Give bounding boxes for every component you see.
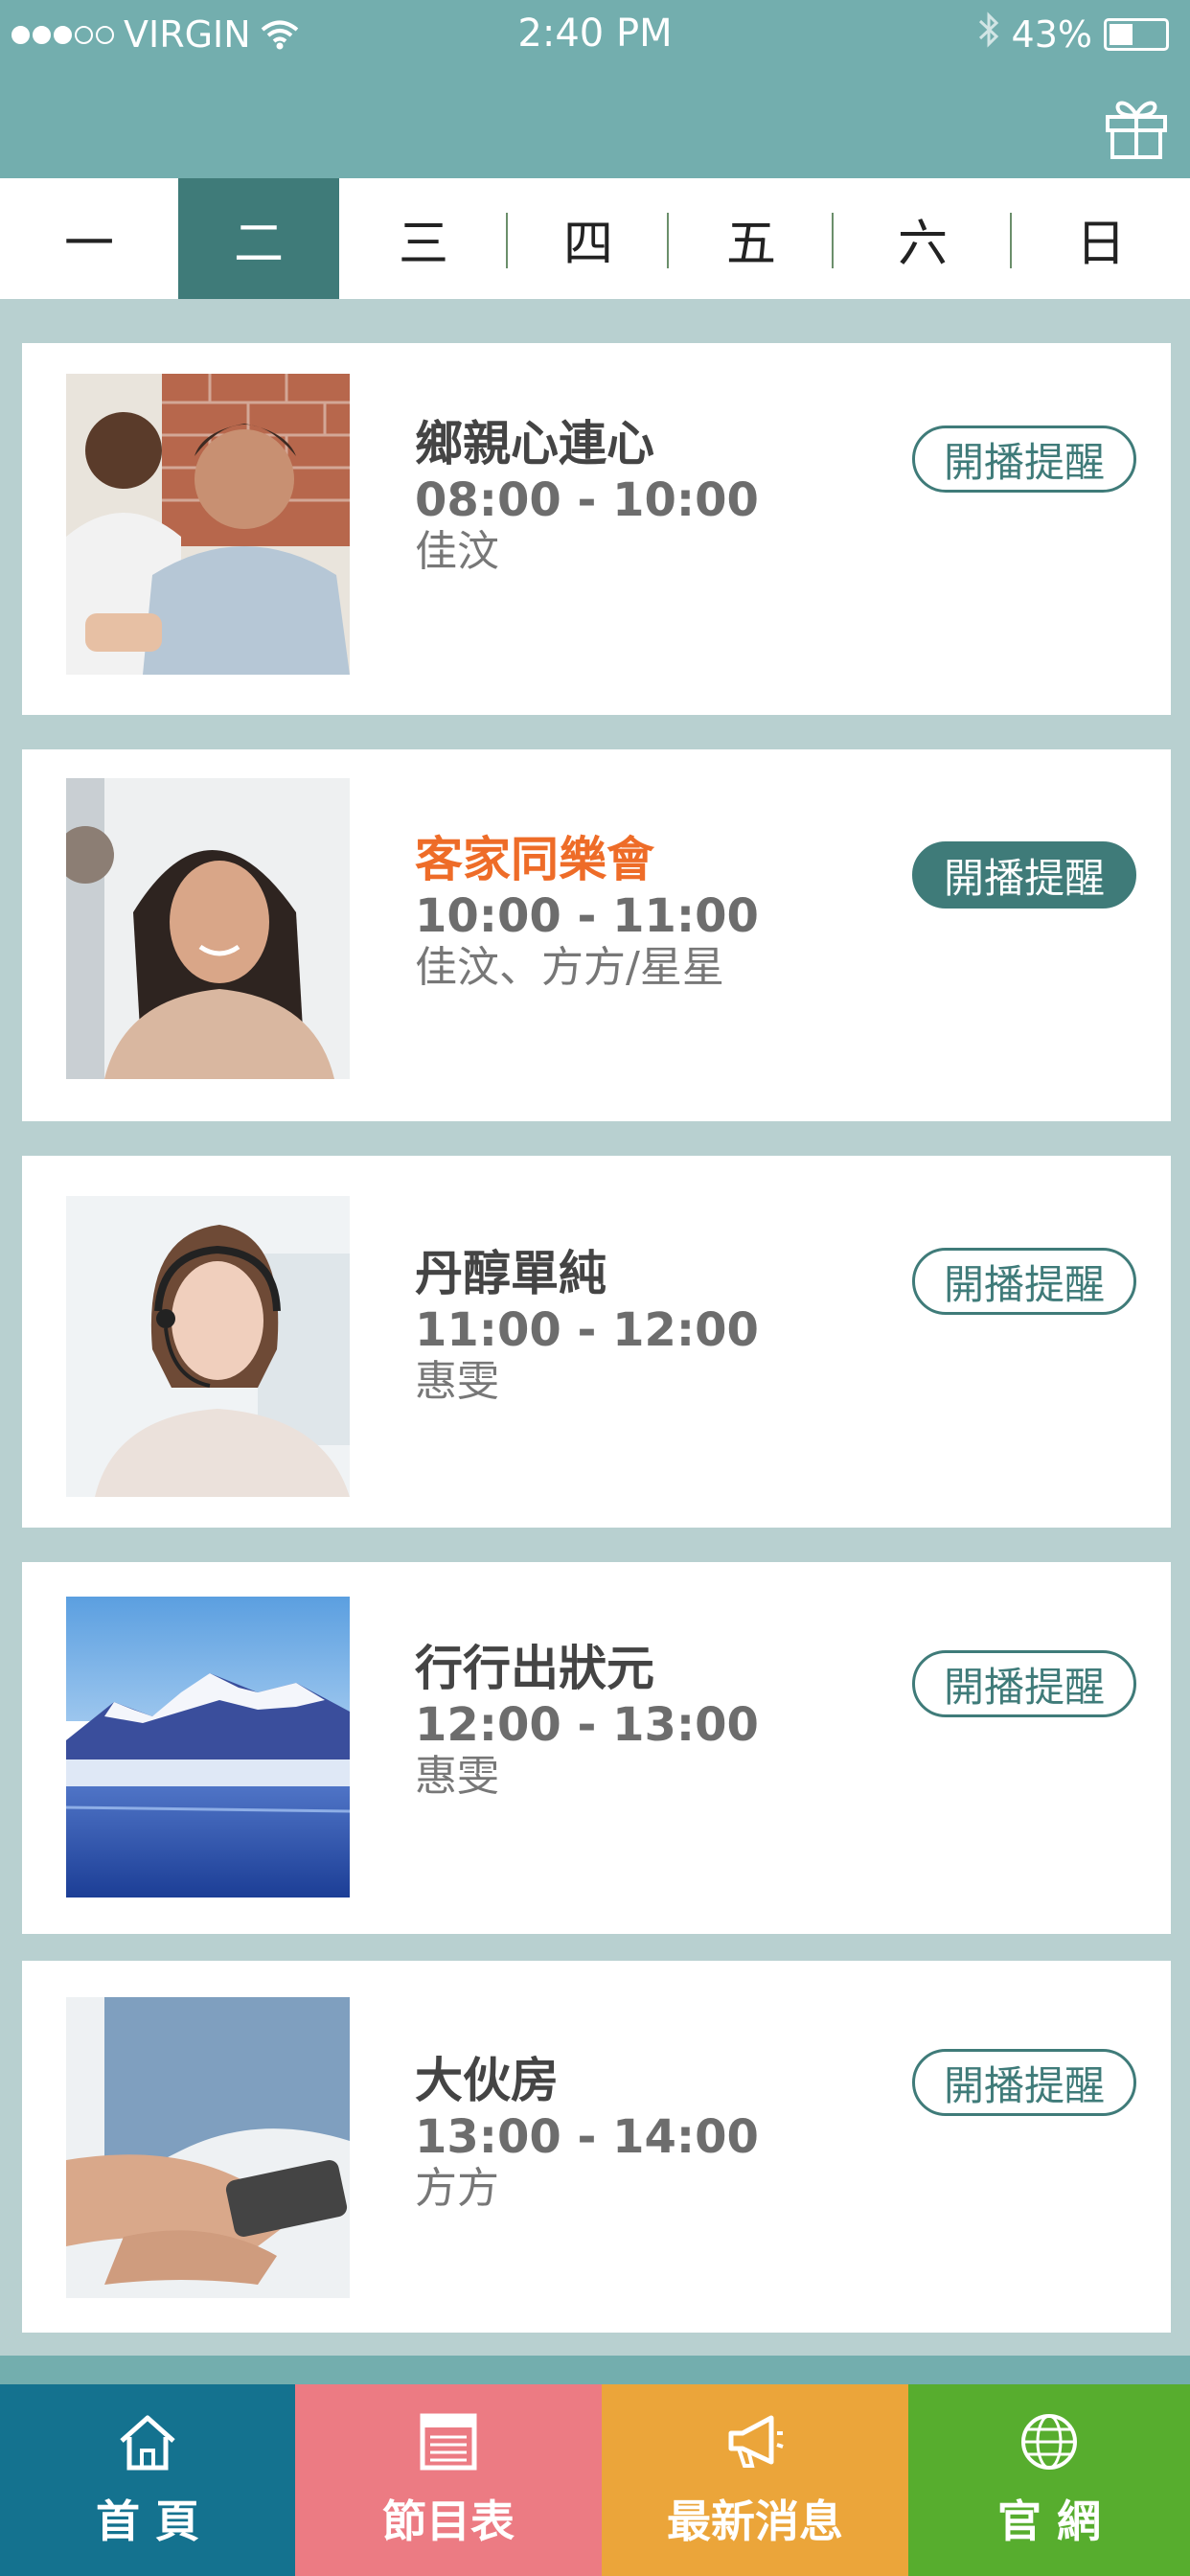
program-time: 08:00 - 10:00 [415, 473, 759, 527]
battery-indicator: 43% [977, 12, 1169, 57]
nav-label: 官 網 [996, 2496, 1101, 2547]
program-info: 鄉親心連心 08:00 - 10:00 佳汶 [415, 418, 759, 577]
battery-icon [1104, 17, 1169, 51]
program-title: 鄉親心連心 [415, 416, 654, 472]
remind-button[interactable]: 開播提醒 [912, 426, 1136, 493]
program-time: 10:00 - 11:00 [415, 889, 759, 943]
nav-label: 首 頁 [95, 2496, 199, 2547]
status-bar: VIRGIN 2:40 PM 43% [0, 0, 1190, 77]
globe-icon [1021, 2414, 1077, 2470]
program-host: 惠雯 [415, 1357, 499, 1407]
nav-divider-strip [0, 2356, 1190, 2384]
program-card[interactable]: 大伙房 13:00 - 14:00 方方 開播提醒 [22, 1961, 1171, 2333]
program-card[interactable]: 行行出狀元 12:00 - 13:00 惠雯 開播提醒 [22, 1562, 1171, 1934]
program-title: 大伙房 [415, 2053, 559, 2108]
program-title: 丹醇單純 [415, 1246, 606, 1301]
program-thumbnail [66, 778, 350, 1079]
program-thumbnail [66, 1597, 350, 1898]
remind-button[interactable]: 開播提醒 [912, 1650, 1136, 1717]
tab-day-7[interactable]: 日 [1012, 178, 1190, 299]
program-info: 大伙房 13:00 - 14:00 方方 [415, 2055, 759, 2214]
program-info: 客家同樂會 10:00 - 11:00 佳汶、方方/星星 [415, 834, 759, 993]
tab-day-2[interactable]: 二 [178, 178, 339, 299]
nav-label: 最新消息 [667, 2496, 843, 2547]
program-list: 鄉親心連心 08:00 - 10:00 佳汶 開播提醒 客家同樂會 10:00 … [0, 299, 1190, 2356]
program-title: 行行出狀元 [415, 1641, 654, 1696]
program-time: 12:00 - 13:00 [415, 1698, 759, 1752]
program-thumbnail [66, 1196, 350, 1497]
program-host: 佳汶、方方/星星 [415, 943, 724, 993]
program-info: 行行出狀元 12:00 - 13:00 惠雯 [415, 1643, 759, 1802]
nav-label: 節目表 [382, 2496, 515, 2547]
program-thumbnail [66, 1997, 350, 2298]
bottom-nav: 首 頁 節目表 最新消息 官 網 [0, 2384, 1190, 2576]
tab-day-3[interactable]: 三 [339, 178, 508, 299]
program-host: 惠雯 [415, 1752, 499, 1802]
battery-percent: 43% [1011, 12, 1092, 56]
megaphone-icon [728, 2415, 784, 2468]
nav-news[interactable]: 最新消息 [602, 2384, 908, 2576]
schedule-icon [420, 2413, 477, 2471]
nav-website[interactable]: 官 網 [908, 2384, 1190, 2576]
remind-button[interactable]: 開播提醒 [912, 1248, 1136, 1315]
app-header: VIRGIN 2:40 PM 43% [0, 0, 1190, 178]
tab-day-5[interactable]: 五 [669, 178, 834, 299]
program-thumbnail [66, 374, 350, 675]
weekday-tabs: 一 二 三 四 五 六 日 [0, 178, 1190, 299]
program-time: 13:00 - 14:00 [415, 2110, 759, 2164]
program-time: 11:00 - 12:00 [415, 1303, 759, 1357]
remind-button[interactable]: 開播提醒 [912, 841, 1136, 908]
nav-schedule[interactable]: 節目表 [295, 2384, 602, 2576]
nav-home[interactable]: 首 頁 [0, 2384, 295, 2576]
program-title: 客家同樂會 [415, 832, 654, 887]
program-host: 佳汶 [415, 527, 499, 577]
program-info: 丹醇單純 11:00 - 12:00 惠雯 [415, 1248, 759, 1407]
home-icon [120, 2415, 175, 2471]
program-card[interactable]: 丹醇單純 11:00 - 12:00 惠雯 開播提醒 [22, 1156, 1171, 1528]
program-card[interactable]: 鄉親心連心 08:00 - 10:00 佳汶 開播提醒 [22, 343, 1171, 715]
program-host: 方方 [415, 2164, 499, 2214]
bluetooth-icon [977, 12, 1000, 57]
remind-button[interactable]: 開播提醒 [912, 2049, 1136, 2116]
tab-day-6[interactable]: 六 [834, 178, 1012, 299]
tab-day-4[interactable]: 四 [508, 178, 669, 299]
program-card[interactable]: 客家同樂會 10:00 - 11:00 佳汶、方方/星星 開播提醒 [22, 749, 1171, 1121]
gift-icon[interactable] [1102, 92, 1171, 161]
tab-day-1[interactable]: 一 [0, 178, 178, 299]
